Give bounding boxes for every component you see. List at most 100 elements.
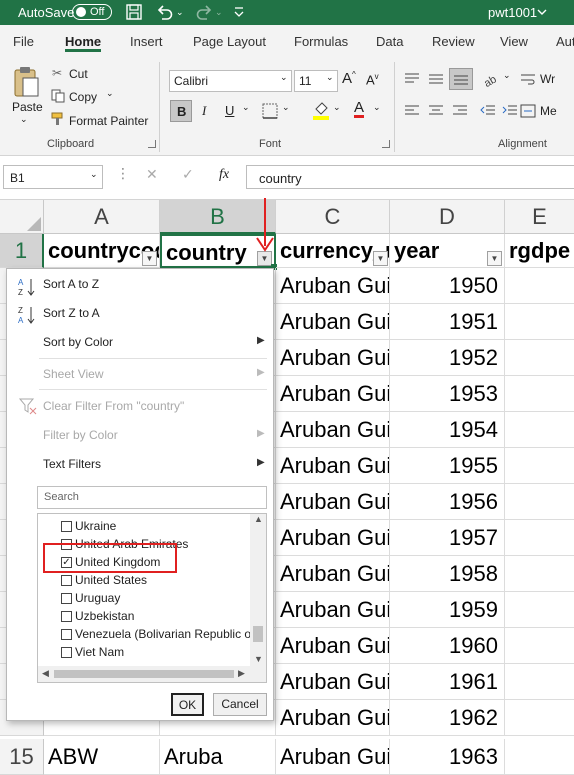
filter-button-currency[interactable]: ▼ — [373, 251, 388, 266]
borders-icon[interactable] — [262, 103, 278, 119]
font-dropdown-icon[interactable]: ⌄ — [280, 72, 288, 83]
list-vscrollbar[interactable]: ▲ ▼ — [250, 514, 266, 668]
currency-cell[interactable]: Aruban Guilder — [276, 268, 390, 304]
filter-button-year[interactable]: ▼ — [487, 251, 502, 266]
tab-insert[interactable]: Insert — [130, 25, 163, 58]
fill-color-icon[interactable] — [312, 100, 330, 120]
scroll-right-icon[interactable]: ▶ — [238, 668, 245, 679]
currency-cell[interactable]: Aruban Guilder — [276, 520, 390, 556]
paste-icon[interactable] — [12, 66, 40, 98]
tab-automate[interactable]: Aut — [556, 25, 574, 58]
size-dropdown-icon[interactable]: ⌄ — [326, 72, 334, 83]
currency-cell[interactable]: Aruban Guilder — [276, 556, 390, 592]
name-box[interactable]: B1 ⌄ — [3, 165, 103, 189]
align-top-icon[interactable] — [404, 72, 420, 86]
clipboard-launcher-icon[interactable] — [148, 140, 156, 148]
year-cell[interactable]: 1953 — [390, 376, 505, 412]
save-icon[interactable] — [126, 4, 142, 20]
decrease-font-icon[interactable]: Av — [366, 72, 379, 87]
font-launcher-icon[interactable] — [382, 140, 390, 148]
tab-data[interactable]: Data — [376, 25, 403, 58]
cell-e15[interactable] — [505, 739, 574, 775]
wrap-text-label[interactable]: Wr — [540, 72, 555, 86]
tab-home[interactable]: Home — [65, 25, 102, 58]
currency-cell[interactable]: Aruban Guilder — [276, 448, 390, 484]
currency-cell[interactable]: Aruban Guilder — [276, 484, 390, 520]
currency-cell[interactable]: Aruban Guilder — [276, 664, 390, 700]
hscroll-thumb[interactable] — [54, 670, 234, 678]
year-cell[interactable]: 1954 — [390, 412, 505, 448]
table-cell[interactable] — [505, 304, 574, 340]
cancel-entry-icon[interactable]: ✕ — [146, 166, 158, 183]
bold-button[interactable]: B — [170, 100, 192, 122]
scroll-down-icon[interactable]: ▼ — [254, 654, 263, 664]
underline-dropdown-icon[interactable]: ⌄ — [242, 102, 250, 113]
scroll-up-icon[interactable]: ▲ — [254, 514, 263, 524]
filter-value-list[interactable]: Ukraine United Arab Emirates ✓ United Kingd… — [37, 513, 267, 683]
copy-dropdown-icon[interactable]: ⌄ — [106, 88, 114, 99]
list-item-checkbox[interactable] — [61, 611, 72, 622]
merge-center-icon[interactable] — [520, 104, 536, 118]
cell-d15[interactable]: 1963 — [390, 739, 505, 775]
font-color-dropdown-icon[interactable]: ⌄ — [373, 102, 381, 113]
table-cell[interactable] — [505, 376, 574, 412]
italic-button[interactable]: I — [202, 103, 206, 119]
font-size-box[interactable]: 11 ⌄ — [294, 70, 338, 92]
paste-label[interactable]: Paste — [12, 100, 43, 114]
year-cell[interactable]: 1956 — [390, 484, 505, 520]
column-header-d[interactable]: D — [390, 200, 505, 234]
sort-z-to-a[interactable]: Sort Z to A — [43, 306, 100, 320]
list-item-label[interactable]: Ukraine — [75, 519, 116, 533]
font-name-box[interactable]: Calibri ⌄ — [169, 70, 292, 92]
table-cell[interactable] — [505, 664, 574, 700]
list-item-checkbox[interactable] — [61, 629, 72, 640]
list-item-checkbox[interactable] — [61, 593, 72, 604]
wrap-text-icon[interactable] — [520, 72, 536, 86]
paste-dropdown-icon[interactable]: ⌄ — [20, 114, 28, 125]
orientation-dropdown-icon[interactable]: ⌄ — [503, 70, 511, 81]
year-cell[interactable]: 1960 — [390, 628, 505, 664]
fill-dropdown-icon[interactable]: ⌄ — [333, 102, 341, 113]
format-painter-icon[interactable] — [51, 112, 66, 126]
ok-button[interactable]: OK — [171, 693, 204, 716]
header-cell-rgdpe[interactable]: rgdpe — [505, 234, 574, 268]
cell-a15[interactable]: ABW — [44, 739, 160, 775]
undo-icon[interactable] — [156, 4, 174, 20]
list-item-label[interactable]: United States — [75, 573, 147, 587]
underline-button[interactable]: U — [225, 103, 234, 118]
vscroll-thumb[interactable] — [253, 626, 263, 642]
file-name[interactable]: pwt1001 — [488, 0, 537, 25]
decrease-indent-icon[interactable] — [480, 104, 496, 118]
tab-formulas[interactable]: Formulas — [294, 25, 348, 58]
year-cell[interactable]: 1951 — [390, 304, 505, 340]
table-cell[interactable] — [505, 520, 574, 556]
currency-cell[interactable]: Aruban Guilder — [276, 376, 390, 412]
currency-cell[interactable]: Aruban Guilder — [276, 700, 390, 736]
undo-dropdown-icon[interactable]: ⌄ — [176, 0, 184, 25]
list-item-checkbox[interactable] — [61, 647, 72, 658]
align-center-icon[interactable] — [428, 104, 444, 118]
cell-c15[interactable]: Aruban Guilder — [276, 739, 390, 775]
chevron-down-icon[interactable] — [537, 9, 547, 16]
tab-file[interactable]: File — [13, 25, 34, 58]
font-color-icon[interactable]: A — [354, 100, 365, 118]
align-middle-icon[interactable] — [428, 72, 444, 86]
list-item-label[interactable]: Viet Nam — [75, 645, 124, 659]
more-options-icon[interactable]: ⋮ — [116, 165, 130, 182]
list-item-label[interactable]: Uruguay — [75, 591, 120, 605]
text-filters[interactable]: Text Filters — [43, 457, 101, 471]
year-cell[interactable]: 1952 — [390, 340, 505, 376]
filter-button-countrycode[interactable]: ▼ — [142, 251, 157, 266]
table-cell[interactable] — [505, 484, 574, 520]
formula-input[interactable]: country — [246, 165, 574, 189]
borders-dropdown-icon[interactable]: ⌄ — [282, 102, 290, 113]
currency-cell[interactable]: Aruban Guilder — [276, 340, 390, 376]
tab-review[interactable]: Review — [432, 25, 475, 58]
select-all-button[interactable] — [0, 200, 44, 234]
list-item-checkbox[interactable] — [61, 521, 72, 532]
filter-search-input[interactable]: Search — [37, 486, 267, 509]
tab-page-layout[interactable]: Page Layout — [193, 25, 266, 58]
insert-function-icon[interactable]: fx — [219, 167, 229, 183]
year-cell[interactable]: 1950 — [390, 268, 505, 304]
table-cell[interactable] — [505, 700, 574, 736]
